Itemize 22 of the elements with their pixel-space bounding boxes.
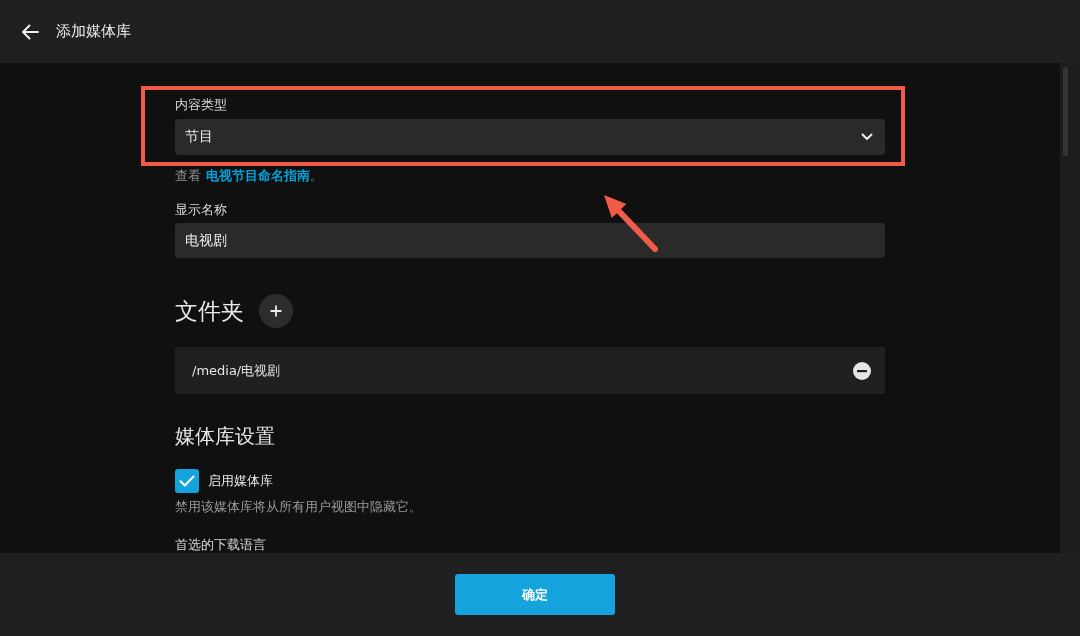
field-description: 禁用该媒体库将从所有用户视图中隐藏它。 [175, 499, 423, 515]
checkbox[interactable] [175, 469, 199, 493]
folder-path: /media/电视剧 [192, 361, 282, 380]
back-arrow-icon[interactable] [21, 23, 39, 40]
annotation-arrow [604, 195, 659, 253]
field-label: 内容类型 [175, 97, 228, 113]
chevron-down-icon [861, 133, 873, 141]
field-label: 首选的下载语言 [175, 538, 267, 552]
display-name-field[interactable]: 电视剧 [175, 223, 885, 258]
minus-circle-icon[interactable] [853, 361, 871, 380]
section-heading: 媒体库设置 [175, 423, 276, 450]
section-heading: 文件夹 [175, 297, 244, 326]
page-title: 添加媒体库 [56, 22, 131, 41]
add-folder-button[interactable] [259, 294, 293, 328]
plus-icon [270, 305, 282, 317]
checkbox-label: 启用媒体库 [208, 472, 273, 490]
help-text: 查看 电视节目命名指南。 [175, 168, 324, 184]
check-icon [179, 475, 195, 487]
content-type-dropdown[interactable]: 节目 [175, 119, 885, 155]
field-label: 显示名称 [175, 202, 228, 218]
scrollbar-thumb[interactable] [1063, 67, 1068, 156]
naming-guide-link[interactable]: 电视节目命名指南 [206, 168, 310, 183]
